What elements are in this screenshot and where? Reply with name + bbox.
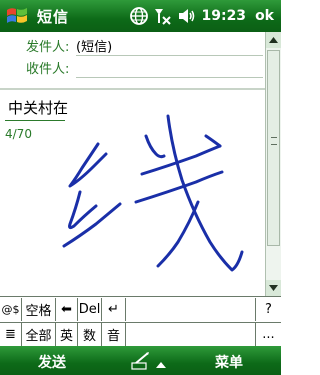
windows-start-icon[interactable]: [3, 2, 31, 30]
globe-icon[interactable]: [128, 5, 150, 27]
list-key[interactable]: ≣: [0, 323, 22, 346]
symbol-key[interactable]: @$: [0, 298, 22, 321]
enter-key[interactable]: ↵: [102, 298, 126, 321]
all-key[interactable]: 全部: [22, 323, 56, 346]
space-key[interactable]: 空格: [22, 298, 56, 321]
send-softkey[interactable]: 发送: [38, 352, 66, 372]
more-key[interactable]: ...: [256, 323, 281, 346]
backspace-key[interactable]: ⬅: [56, 298, 78, 321]
keyboard-blank-area: [126, 298, 256, 321]
message-header: 发件人: (短信) 收件人:: [0, 32, 265, 88]
menu-softkey[interactable]: 菜单: [215, 352, 243, 372]
pinyin-key[interactable]: 音: [102, 323, 126, 346]
from-label: 发件人:: [26, 39, 70, 55]
from-value: (短信): [76, 39, 113, 55]
keyboard-blank-area-2: [126, 323, 256, 346]
help-key[interactable]: ?: [256, 298, 281, 321]
char-count: 4/70: [5, 127, 32, 141]
title-bar: 短信 19:23 ok: [0, 0, 281, 32]
message-body[interactable]: 中关村在 4/70: [0, 90, 265, 280]
app-title: 短信: [37, 7, 70, 26]
from-row[interactable]: 发件人: (短信): [0, 34, 265, 56]
handwriting-ink: [62, 114, 244, 272]
grip-icon: [271, 137, 277, 145]
softkey-bar: 发送 菜单: [0, 346, 281, 375]
scroll-up-arrow-icon[interactable]: [266, 32, 281, 48]
speaker-icon[interactable]: [176, 5, 198, 27]
input-selector-arrow-icon[interactable]: [156, 355, 166, 368]
delete-key[interactable]: Del: [78, 298, 102, 321]
scroll-thumb[interactable]: [267, 50, 280, 246]
english-key[interactable]: 英: [56, 323, 78, 346]
vertical-scrollbar[interactable]: [265, 32, 281, 296]
clock[interactable]: 19:23: [201, 8, 246, 24]
to-label: 收件人:: [26, 61, 70, 77]
scroll-down-arrow-icon[interactable]: [266, 280, 281, 296]
to-underline: [76, 77, 263, 78]
number-key[interactable]: 数: [78, 323, 102, 346]
to-row[interactable]: 收件人:: [0, 56, 265, 78]
no-signal-icon[interactable]: [152, 5, 174, 27]
input-panel: @$ 空格 ⬅ Del ↵ ? ≣ 全部 英 数 音 ...: [0, 296, 281, 346]
ok-button[interactable]: ok: [255, 8, 274, 24]
input-pen-icon[interactable]: [130, 351, 152, 371]
